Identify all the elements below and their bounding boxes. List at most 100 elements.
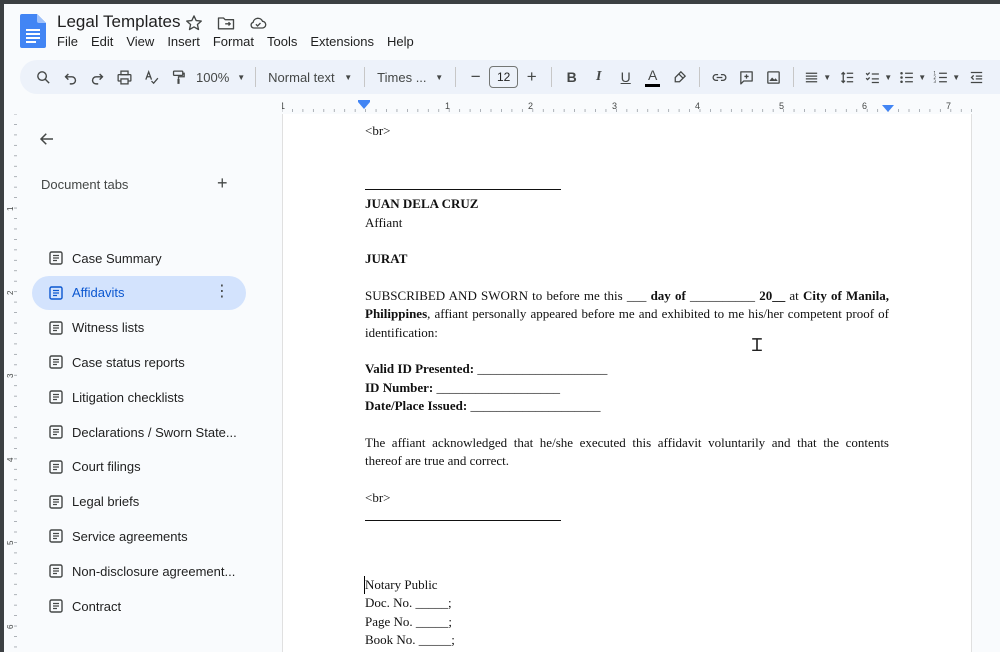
tab-label: Case Summary (72, 250, 162, 266)
tab-label: Affidavits (72, 285, 125, 301)
document-icon (49, 390, 63, 404)
tab-item[interactable]: Non-disclosure agreement... (32, 554, 246, 588)
document-icon (49, 564, 63, 578)
tab-item[interactable]: Declarations / Sworn State... (32, 415, 246, 449)
chevron-down-icon: ▼ (918, 72, 927, 82)
undo-button[interactable] (57, 63, 84, 91)
menu-view[interactable]: View (126, 34, 154, 49)
ruler-label: 5 (779, 101, 784, 111)
subscribed-day: day of (650, 287, 686, 303)
tab-item[interactable]: Legal briefs (32, 485, 246, 519)
chevron-down-icon: ▼ (435, 72, 444, 82)
align-button[interactable]: ▼ (800, 63, 834, 91)
zoom-value: 100% (196, 69, 230, 85)
ruler-label: 7 (946, 101, 951, 111)
ruler-label: 1 (6, 206, 15, 211)
document-body[interactable]: <br> JUAN DELA CRUZ Affiant JURAT SUBSCR… (364, 122, 889, 650)
undo-icon (64, 72, 77, 85)
text-cursor-icon: Ɪ (752, 335, 763, 356)
tab-item[interactable]: Court filings (32, 450, 246, 484)
id-number-label: ID Number: (365, 379, 434, 395)
print-icon (117, 69, 132, 85)
tab-item[interactable]: Case status reports (32, 345, 246, 379)
menu-tools[interactable]: Tools (267, 34, 297, 49)
back-arrow-icon[interactable] (38, 130, 56, 148)
search-menus-button[interactable] (30, 63, 57, 91)
tab-item[interactable]: Contract (32, 589, 246, 623)
document-tabs-sidebar: Document tabs + Case Summary Affidavits ⋮ W… (18, 114, 280, 652)
highlight-color-button[interactable] (666, 63, 693, 91)
italic-button[interactable]: I (585, 63, 612, 91)
spelling-check-button[interactable] (138, 63, 165, 91)
paint-format-button[interactable] (165, 63, 192, 91)
chevron-down-icon: ▼ (237, 72, 246, 82)
cloud-saved-icon[interactable] (248, 13, 268, 33)
highlighter-icon (674, 70, 687, 82)
left-indent-marker[interactable] (358, 102, 370, 109)
zoom-select[interactable]: 100% ▼ (192, 63, 249, 91)
bulleted-list-icon (900, 71, 914, 83)
line-spacing-button[interactable] (834, 63, 861, 91)
doc-no-line: Doc. No. _____; (365, 595, 452, 610)
redo-button[interactable] (84, 63, 111, 91)
docs-logo-icon[interactable] (20, 14, 46, 48)
font-size-input[interactable]: 12 (489, 66, 519, 88)
subscribed-year: 20__ (759, 287, 786, 303)
bold-icon: B (566, 69, 577, 85)
menu-insert[interactable]: Insert (167, 34, 200, 49)
tab-item[interactable]: Case Summary (32, 241, 246, 275)
horizontal-ruler[interactable]: 1 1 2 3 4 5 6 7 (282, 98, 972, 114)
signature-line (365, 507, 889, 527)
bulleted-list-button[interactable]: ▼ (895, 63, 929, 91)
tab-item[interactable]: Service agreements (32, 519, 246, 553)
line-spacing-icon (841, 71, 854, 83)
document-title[interactable]: Legal Templates (57, 12, 181, 32)
menu-extensions[interactable]: Extensions (310, 34, 374, 49)
bold-button[interactable]: B (558, 63, 585, 91)
tab-item[interactable]: Litigation checklists (32, 380, 246, 414)
menu-format[interactable]: Format (213, 34, 254, 49)
text-color-button[interactable]: A (639, 63, 666, 91)
tab-item[interactable]: Affidavits ⋮ (32, 275, 246, 310)
insert-image-button[interactable] (760, 63, 787, 91)
toolbar-divider (255, 67, 257, 87)
insert-link-button[interactable] (706, 63, 733, 91)
br-text: <br> (365, 123, 391, 138)
checklist-button[interactable]: ▼ (861, 63, 895, 91)
menu-edit[interactable]: Edit (91, 34, 113, 49)
document-icon (49, 425, 63, 439)
move-to-folder-icon[interactable] (216, 13, 236, 33)
paragraph-style-select[interactable]: Normal text ▼ (262, 63, 358, 91)
decrease-indent-button[interactable] (963, 63, 990, 91)
add-comment-button[interactable] (733, 63, 760, 91)
ruler-label: 5 (6, 540, 15, 545)
italic-icon: I (595, 69, 602, 84)
more-options-icon[interactable]: ⋮ (214, 283, 230, 300)
vertical-ruler[interactable]: 1 2 3 4 5 6 (4, 114, 18, 652)
decrease-font-size-button[interactable]: − (462, 63, 489, 91)
print-button[interactable] (111, 63, 138, 91)
chevron-down-icon: ▼ (884, 72, 893, 82)
first-line-indent-marker[interactable] (358, 100, 370, 102)
ruler-label: 1 (445, 101, 450, 111)
menu-help[interactable]: Help (387, 34, 414, 49)
tab-item[interactable]: Witness lists (32, 311, 246, 345)
font-family-select[interactable]: Times ... ▼ (371, 63, 449, 91)
star-icon[interactable] (184, 13, 204, 33)
numbered-list-button[interactable]: 1 2 3 ▼ (929, 63, 963, 91)
underline-button[interactable]: U (612, 63, 639, 91)
toolbar-divider (793, 67, 795, 87)
add-tab-button[interactable]: + (217, 173, 228, 194)
valid-id-blank: ____________________ (474, 361, 608, 376)
chevron-down-icon: ▼ (952, 72, 961, 82)
document-icon (49, 529, 63, 544)
window-frame-top (0, 0, 1000, 4)
tab-label: Non-disclosure agreement... (72, 563, 236, 579)
tab-label: Service agreements (72, 528, 188, 544)
document-icon (49, 286, 63, 300)
menu-file[interactable]: File (57, 34, 78, 49)
right-indent-marker[interactable] (882, 105, 894, 112)
date-place-blank: ____________________ (467, 398, 601, 413)
increase-font-size-button[interactable]: + (518, 63, 545, 91)
chevron-down-icon: ▼ (344, 72, 353, 82)
